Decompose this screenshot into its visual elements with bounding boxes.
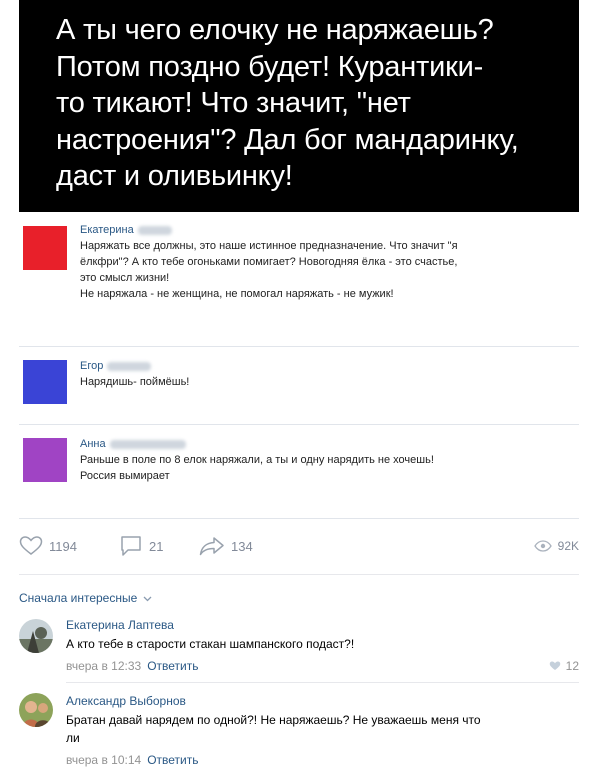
share-button[interactable]: 134 bbox=[199, 534, 253, 558]
shares-count: 134 bbox=[231, 538, 253, 554]
sort-label: Сначала интересные bbox=[19, 591, 138, 605]
comment-time[interactable]: вчера в 10:14 bbox=[66, 753, 141, 767]
avatar[interactable] bbox=[19, 693, 53, 727]
avatar bbox=[23, 226, 67, 270]
embedded-comment: Егор Нарядишь- поймёшь! bbox=[19, 356, 579, 412]
embedded-comment: Екатерина Наряжать все должны, это наше … bbox=[19, 222, 579, 332]
divider bbox=[19, 346, 579, 347]
views-count: 92K bbox=[557, 539, 579, 553]
commenter-name: Егор bbox=[80, 360, 104, 372]
comment-text: Нарядишь- поймёшь! bbox=[80, 376, 190, 388]
divider bbox=[19, 574, 579, 575]
comment-text: ли bbox=[66, 731, 80, 745]
blurred-surname bbox=[137, 225, 172, 235]
comments-sort-dropdown[interactable]: Сначала интересные bbox=[19, 591, 152, 605]
divider bbox=[66, 682, 579, 683]
commenter-name: Анна bbox=[80, 438, 106, 450]
quote-line: даст и оливьинку! bbox=[56, 160, 293, 192]
comment-text: А кто тебе в старости стакан шампанского… bbox=[66, 637, 355, 651]
comment-time[interactable]: вчера в 12:33 bbox=[66, 659, 141, 673]
comment-author[interactable]: Екатерина Лаптева bbox=[66, 618, 174, 632]
divider bbox=[19, 518, 579, 519]
avatar[interactable] bbox=[19, 619, 53, 653]
likes-count: 1194 bbox=[49, 538, 77, 554]
quote-line: настроения"? Дал бог мандаринку, bbox=[56, 123, 519, 156]
comment-author[interactable]: Александр Выборнов bbox=[66, 694, 186, 708]
post-image-quote: А ты чего елочку не наряжаешь? Потом поз… bbox=[19, 0, 579, 212]
comment-text: Братан давай нарядем по одной?! Не наряж… bbox=[66, 713, 481, 727]
comment-text: Наряжать все должны, это наше истинное п… bbox=[80, 240, 458, 252]
comments-count: 21 bbox=[149, 538, 164, 554]
heart-icon bbox=[549, 661, 560, 670]
heart-icon bbox=[19, 536, 43, 555]
embedded-comment: Анна Раньше в поле по 8 елок наряжали, а… bbox=[19, 434, 579, 496]
comment-text: Россия вымирает bbox=[80, 470, 170, 482]
reply-button[interactable]: Ответить bbox=[147, 753, 198, 767]
blurred-surname bbox=[107, 361, 152, 371]
quote-line: Потом поздно будет! Курантики- bbox=[56, 50, 484, 83]
quote-line: то тикают! Что значит, "нет bbox=[56, 87, 411, 119]
post-actions: 1194 21 134 92K bbox=[19, 534, 579, 558]
comment-text: это смысл жизни! bbox=[80, 272, 170, 284]
divider bbox=[19, 424, 579, 425]
quote-line: А ты чего елочку не наряжаешь? bbox=[56, 14, 494, 46]
share-icon bbox=[199, 537, 224, 556]
like-button[interactable]: 1194 bbox=[19, 534, 77, 558]
commenter-name: Екатерина bbox=[80, 224, 134, 236]
eye-icon bbox=[533, 540, 552, 552]
blurred-surname bbox=[109, 439, 186, 449]
views: 92K bbox=[533, 534, 579, 558]
reply-button[interactable]: Ответить bbox=[147, 659, 198, 673]
comment-text: ёлкфри"? А кто тебе огоньками помигает? … bbox=[80, 256, 458, 268]
comment-text: Раньше в поле по 8 елок наряжали, а ты и… bbox=[80, 454, 434, 466]
comment-likes-count: 12 bbox=[565, 659, 579, 673]
comment-text: Не наряжала - не женщина, не помогал нар… bbox=[80, 288, 394, 300]
comment-button[interactable]: 21 bbox=[119, 534, 163, 558]
chevron-down-icon bbox=[143, 596, 152, 602]
comment: Екатерина Лаптева А кто тебе в старости … bbox=[19, 614, 579, 678]
avatar bbox=[23, 360, 67, 404]
comment: Александр Выборнов Братан давай нарядем … bbox=[19, 690, 579, 782]
comment-like-button[interactable]: 12 bbox=[549, 659, 579, 673]
avatar bbox=[23, 438, 67, 482]
comment-icon bbox=[121, 536, 141, 556]
